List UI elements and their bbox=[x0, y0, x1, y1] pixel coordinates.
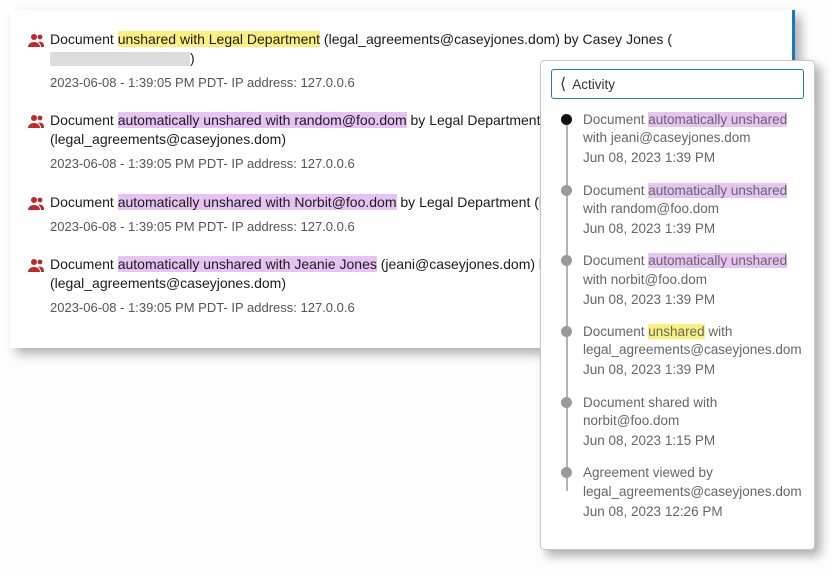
activity-date: Jun 08, 2023 12:26 PM bbox=[583, 503, 804, 521]
activity-date: Jun 08, 2023 1:39 PM bbox=[583, 220, 804, 238]
activity-title: Activity bbox=[572, 77, 615, 92]
log-highlight: automatically unshared with random@foo.d… bbox=[118, 112, 407, 128]
activity-item[interactable]: Document automatically unshared with ran… bbox=[561, 182, 804, 239]
log-prefix: Document bbox=[50, 256, 118, 272]
people-icon bbox=[28, 257, 50, 273]
activity-timeline: Document automatically unshared with jea… bbox=[561, 111, 804, 521]
log-highlight: automatically unshared with Norbit@foo.d… bbox=[118, 194, 397, 210]
activity-text-post: with random@foo.dom bbox=[583, 201, 719, 216]
activity-text-pre: Document bbox=[583, 183, 648, 198]
activity-highlight: automatically unshared bbox=[648, 253, 787, 268]
log-prefix: Document bbox=[50, 194, 118, 210]
activity-text-post: with jeani@caseyjones.dom bbox=[583, 130, 751, 145]
log-highlight: automatically unshared with Jeanie Jones bbox=[118, 256, 377, 272]
activity-text-pre: Document bbox=[583, 253, 648, 268]
people-icon bbox=[28, 195, 50, 211]
log-prefix: Document bbox=[50, 31, 118, 47]
activity-highlight: automatically unshared bbox=[648, 183, 787, 198]
people-icon bbox=[28, 113, 50, 129]
activity-header[interactable]: ⟨ Activity bbox=[551, 69, 804, 99]
back-icon[interactable]: ⟨ bbox=[560, 74, 566, 94]
activity-item[interactable]: Document unshared with legal_agreements@… bbox=[561, 323, 804, 380]
activity-text-pre: Agreement viewed by legal_agreements@cas… bbox=[583, 465, 802, 498]
activity-item[interactable]: Agreement viewed by legal_agreements@cas… bbox=[561, 464, 804, 521]
activity-item[interactable]: Document automatically unshared with nor… bbox=[561, 252, 804, 309]
log-suffix: (legal_agreements@caseyjones.dom) by Cas… bbox=[320, 31, 663, 47]
activity-date: Jun 08, 2023 1:39 PM bbox=[583, 361, 804, 379]
log-highlight: unshared with Legal Department bbox=[118, 31, 320, 47]
activity-date: Jun 08, 2023 1:15 PM bbox=[583, 432, 804, 450]
activity-item[interactable]: Document automatically unshared with jea… bbox=[561, 111, 804, 168]
activity-panel: ⟨ Activity Document automatically unshar… bbox=[540, 60, 815, 550]
log-prefix: Document bbox=[50, 112, 118, 128]
activity-text-post: with norbit@foo.dom bbox=[583, 272, 707, 287]
activity-text-pre: Document bbox=[583, 324, 648, 339]
activity-highlight: unshared bbox=[648, 324, 704, 339]
activity-highlight: automatically unshared bbox=[648, 112, 787, 127]
activity-text-pre: Document shared with norbit@foo.dom bbox=[583, 395, 717, 428]
people-icon bbox=[28, 32, 50, 48]
activity-date: Jun 08, 2023 1:39 PM bbox=[583, 149, 804, 167]
redacted-value bbox=[50, 52, 190, 66]
activity-item[interactable]: Document shared with norbit@foo.dom Jun … bbox=[561, 394, 804, 451]
activity-date: Jun 08, 2023 1:39 PM bbox=[583, 291, 804, 309]
activity-text-pre: Document bbox=[583, 112, 648, 127]
